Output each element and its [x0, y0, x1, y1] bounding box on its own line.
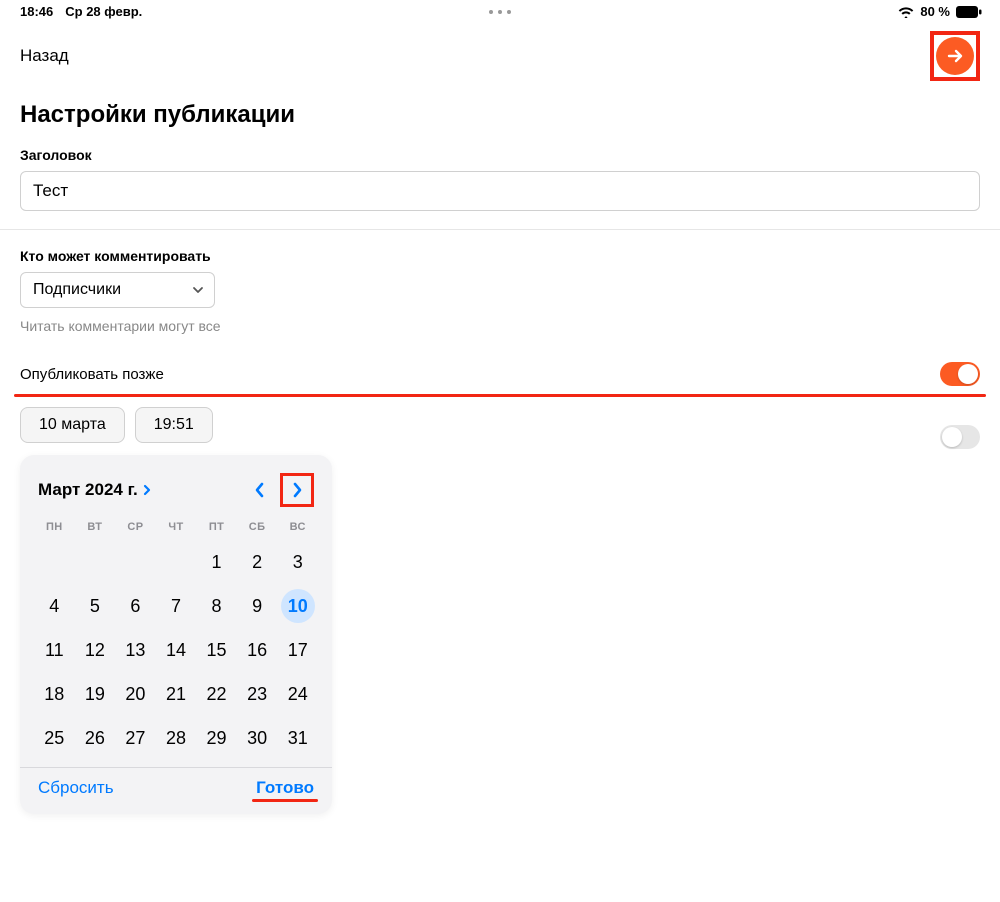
- title-label: Заголовок: [20, 147, 980, 163]
- schedule-label: Опубликовать позже: [20, 366, 164, 383]
- calendar-day[interactable]: 10: [277, 591, 318, 621]
- comments-label: Кто может комментировать: [20, 248, 980, 264]
- calendar-next-button[interactable]: [283, 476, 311, 504]
- chevron-left-icon: [253, 480, 267, 500]
- calendar-title: Март 2024 г.: [38, 480, 138, 500]
- calendar-dow: СБ: [237, 521, 278, 533]
- calendar-empty-cell: [75, 547, 116, 577]
- calendar-day[interactable]: 1: [196, 547, 237, 577]
- calendar-day[interactable]: 2: [237, 547, 278, 577]
- calendar-dow: ПН: [34, 521, 75, 533]
- calendar-day[interactable]: 17: [277, 635, 318, 665]
- calendar-day[interactable]: 30: [237, 723, 278, 753]
- back-button[interactable]: Назад: [20, 46, 69, 66]
- battery-percent: 80 %: [920, 4, 950, 19]
- calendar-dow: ВС: [277, 521, 318, 533]
- title-input[interactable]: [20, 171, 980, 211]
- calendar-day[interactable]: 11: [34, 635, 75, 665]
- chevron-right-icon: [142, 483, 152, 497]
- calendar-done-button[interactable]: Готово: [256, 778, 314, 798]
- nav-row: Назад: [0, 23, 1000, 89]
- calendar-day[interactable]: 27: [115, 723, 156, 753]
- comments-block: Кто может комментировать Подписчики Чита…: [0, 248, 1000, 352]
- calendar-day[interactable]: 22: [196, 679, 237, 709]
- calendar-day[interactable]: 26: [75, 723, 116, 753]
- calendar-day[interactable]: 20: [115, 679, 156, 709]
- submit-highlight: [930, 31, 980, 81]
- calendar-day[interactable]: 6: [115, 591, 156, 621]
- divider: [0, 229, 1000, 230]
- schedule-toggle[interactable]: [940, 362, 980, 386]
- calendar-next-highlight: [280, 473, 314, 507]
- calendar-empty-cell: [115, 547, 156, 577]
- calendar-day[interactable]: 23: [237, 679, 278, 709]
- time-pill[interactable]: 19:51: [135, 407, 213, 443]
- status-bar: 18:46 Ср 28 февр. 80 %: [0, 0, 1000, 23]
- calendar-prev-button[interactable]: [246, 476, 274, 504]
- calendar-day[interactable]: 9: [237, 591, 278, 621]
- calendar-day[interactable]: 13: [115, 635, 156, 665]
- battery-icon: [956, 6, 982, 18]
- comments-select[interactable]: Подписчики: [20, 272, 215, 308]
- calendar-day[interactable]: 8: [196, 591, 237, 621]
- secondary-toggle[interactable]: [940, 425, 980, 449]
- calendar-day[interactable]: 16: [237, 635, 278, 665]
- calendar-popover: Март 2024 г. ПНВТСРЧТПТСБВС1234567891011…: [20, 455, 332, 814]
- schedule-highlight-line: [14, 394, 986, 397]
- calendar-day[interactable]: 14: [156, 635, 197, 665]
- calendar-day[interactable]: 21: [156, 679, 197, 709]
- arrow-right-icon: [945, 46, 965, 66]
- chevron-right-icon: [290, 480, 304, 500]
- handoff-indicator: [489, 10, 511, 14]
- calendar-day[interactable]: 15: [196, 635, 237, 665]
- calendar-day[interactable]: 29: [196, 723, 237, 753]
- wifi-icon: [898, 6, 914, 18]
- date-pill[interactable]: 10 марта: [20, 407, 125, 443]
- calendar-day[interactable]: 5: [75, 591, 116, 621]
- calendar-month-button[interactable]: Март 2024 г.: [38, 480, 152, 500]
- schedule-row: Опубликовать позже: [0, 352, 1000, 394]
- page-title: Настройки публикации: [0, 89, 1000, 147]
- calendar-day[interactable]: 28: [156, 723, 197, 753]
- calendar-empty-cell: [34, 547, 75, 577]
- calendar-done-highlight: [252, 799, 318, 802]
- comments-hint: Читать комментарии могут все: [20, 318, 980, 334]
- calendar-day[interactable]: 4: [34, 591, 75, 621]
- comments-selected-value: Подписчики: [33, 281, 121, 299]
- calendar-day[interactable]: 12: [75, 635, 116, 665]
- calendar-dow: СР: [115, 521, 156, 533]
- calendar-day[interactable]: 25: [34, 723, 75, 753]
- calendar-reset-button[interactable]: Сбросить: [38, 778, 114, 798]
- calendar-day[interactable]: 3: [277, 547, 318, 577]
- calendar-day[interactable]: 31: [277, 723, 318, 753]
- title-field-block: Заголовок: [0, 147, 1000, 229]
- calendar-dow: ПТ: [196, 521, 237, 533]
- calendar-day[interactable]: 18: [34, 679, 75, 709]
- submit-button[interactable]: [936, 37, 974, 75]
- status-time: 18:46: [20, 4, 53, 19]
- calendar-dow: ЧТ: [156, 521, 197, 533]
- calendar-day[interactable]: 7: [156, 591, 197, 621]
- calendar-empty-cell: [156, 547, 197, 577]
- datetime-row: 10 марта 19:51: [0, 407, 1000, 455]
- calendar-day[interactable]: 19: [75, 679, 116, 709]
- calendar-dow: ВТ: [75, 521, 116, 533]
- calendar-day[interactable]: 24: [277, 679, 318, 709]
- status-date: Ср 28 февр.: [65, 4, 142, 19]
